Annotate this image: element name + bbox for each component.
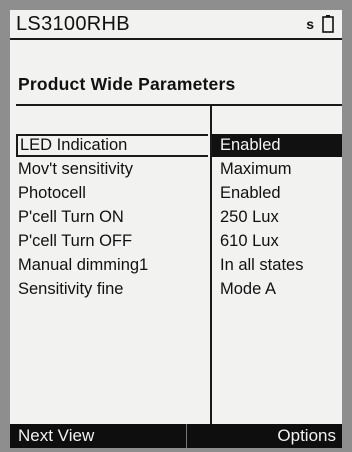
options-softkey[interactable]: Options bbox=[277, 426, 336, 446]
parameter-value: 250 Lux bbox=[220, 208, 279, 226]
next-view-softkey[interactable]: Next View bbox=[18, 426, 94, 446]
table-row[interactable]: Photocell Enabled bbox=[16, 182, 342, 205]
parameter-name: Mov't sensitivity bbox=[18, 160, 134, 178]
table-row[interactable]: LED Indication Enabled bbox=[16, 134, 342, 157]
table-row[interactable]: P'cell Turn OFF 610 Lux bbox=[16, 230, 342, 253]
parameter-name: Photocell bbox=[18, 184, 86, 202]
device-name: LS3100RHB bbox=[16, 13, 130, 35]
page-title: Product Wide Parameters bbox=[18, 74, 236, 94]
battery-icon bbox=[322, 15, 334, 33]
parameter-name: P'cell Turn ON bbox=[18, 208, 124, 226]
parameter-value: In all states bbox=[220, 256, 304, 274]
title-bar: LS3100RHB s bbox=[10, 10, 342, 40]
parameter-name: P'cell Turn OFF bbox=[18, 232, 133, 250]
device-screen: LS3100RHB s Product Wide Parameters LED … bbox=[10, 10, 342, 448]
table-row[interactable]: Mov't sensitivity Maximum bbox=[16, 158, 342, 181]
parameter-value: Enabled bbox=[220, 184, 281, 202]
parameter-name: Sensitivity fine bbox=[18, 280, 124, 298]
parameter-value: Maximum bbox=[220, 160, 292, 178]
parameter-table: LED Indication Enabled Mov't sensitivity… bbox=[16, 104, 342, 426]
table-row[interactable]: Sensitivity fine Mode A bbox=[16, 278, 342, 301]
softkey-bar: Next View Options bbox=[10, 424, 342, 448]
parameter-value: Enabled bbox=[220, 136, 281, 154]
table-row[interactable]: Manual dimming1 In all states bbox=[16, 254, 342, 277]
softkey-divider bbox=[186, 424, 187, 448]
parameter-value: Mode A bbox=[220, 280, 276, 298]
parameter-name: LED Indication bbox=[16, 134, 208, 157]
parameter-value: 610 Lux bbox=[220, 232, 279, 250]
table-row[interactable]: P'cell Turn ON 250 Lux bbox=[16, 206, 342, 229]
parameter-name: Manual dimming1 bbox=[18, 256, 149, 274]
table-top-border bbox=[16, 104, 342, 106]
status-indicator: s bbox=[306, 16, 314, 32]
device-bezel: LS3100RHB s Product Wide Parameters LED … bbox=[0, 0, 352, 452]
